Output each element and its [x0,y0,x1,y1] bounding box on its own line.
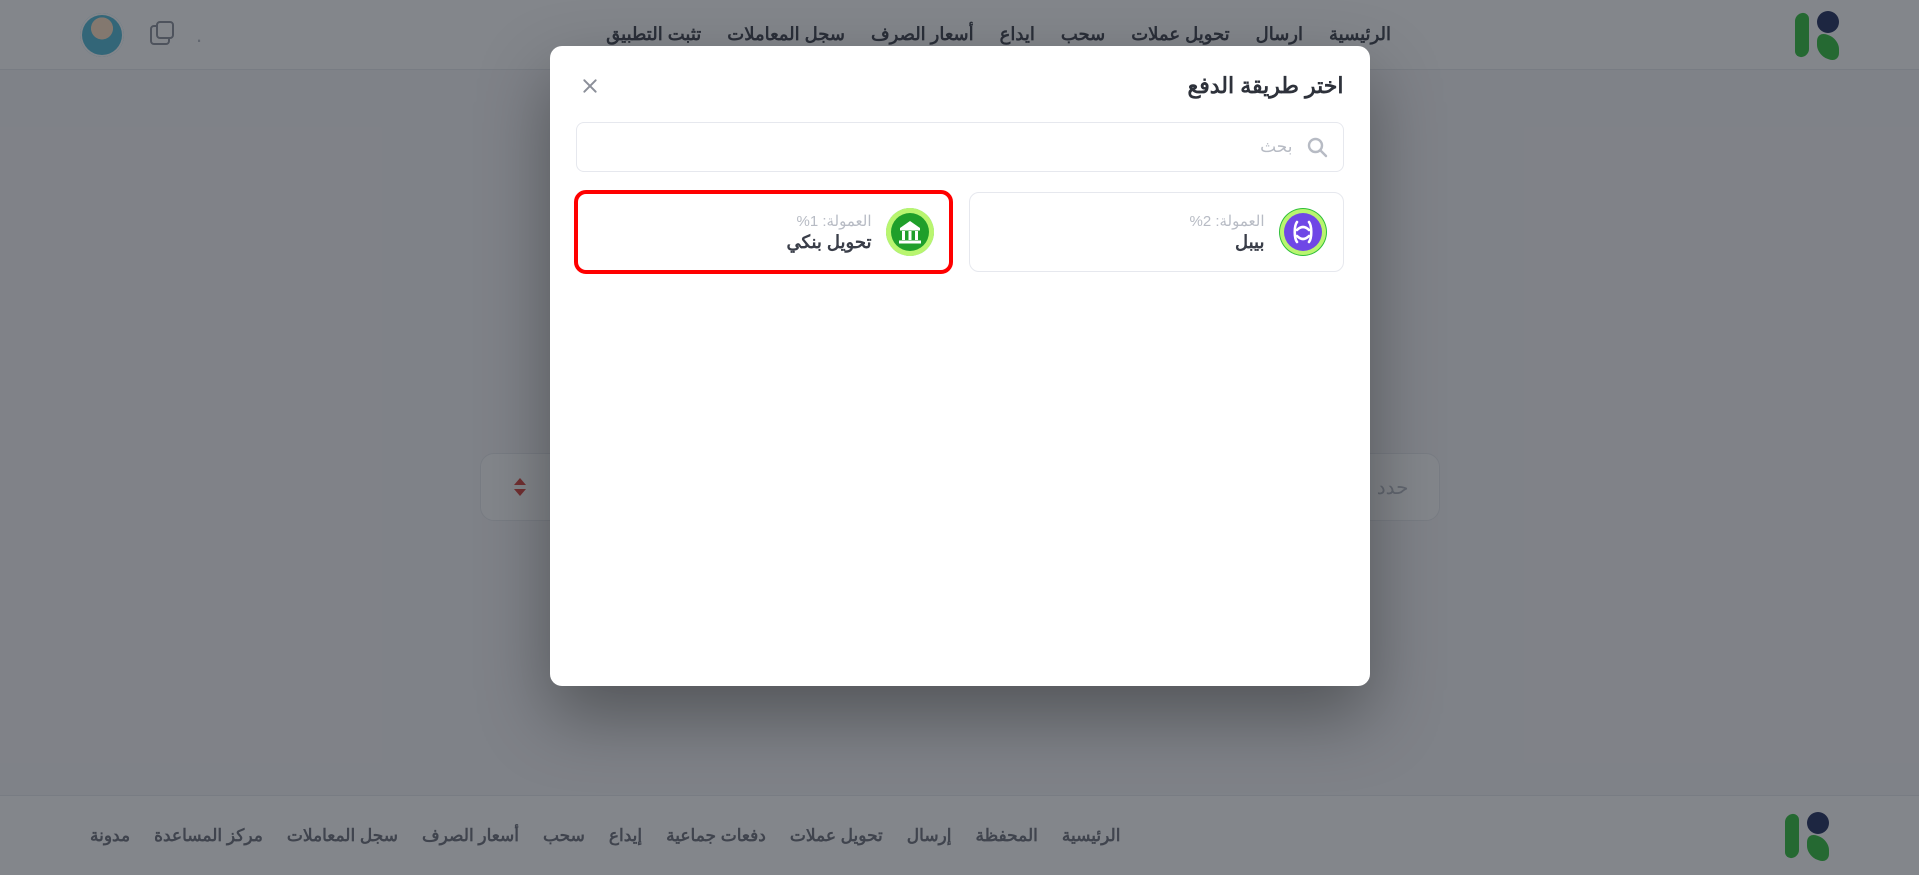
search-field[interactable] [576,122,1344,172]
modal-title: اختر طريقة الدفع [1188,73,1344,99]
bank-icon [886,208,934,256]
payment-option-name: تحويل بنكي [787,232,872,253]
search-input[interactable] [591,136,1295,158]
close-icon[interactable] [576,72,604,100]
payment-option-name: بيبل [1189,232,1264,253]
payment-option-pyypl[interactable]: العمولة: 2% بيبل [969,192,1344,272]
payment-method-modal: اختر طريقة الدفع العمولة: 2% بيبل العمول… [550,46,1370,686]
payment-option-bank[interactable]: العمولة: 1% تحويل بنكي [576,192,951,272]
payment-option-fee: العمولة: 2% [1189,212,1264,230]
search-icon [1305,135,1329,159]
pyypl-icon [1279,208,1327,256]
payment-options-grid: العمولة: 2% بيبل العمولة: 1% تحويل بنكي [576,192,1344,272]
payment-option-fee: العمولة: 1% [787,212,872,230]
